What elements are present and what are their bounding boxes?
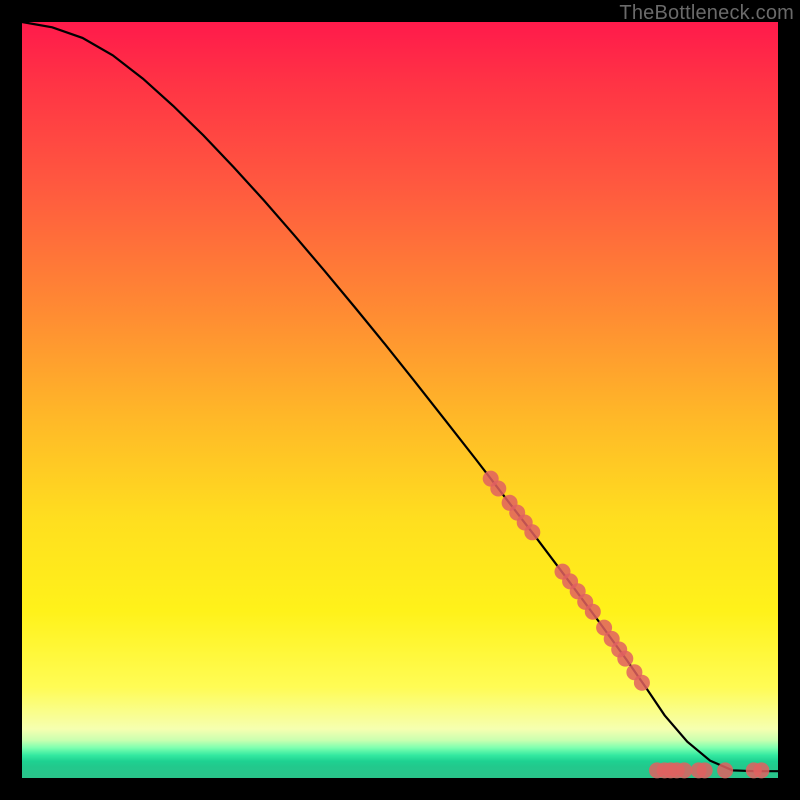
watermark-text: TheBottleneck.com: [619, 2, 794, 25]
data-point: [717, 762, 733, 778]
data-point: [676, 762, 692, 778]
data-point: [753, 762, 769, 778]
chart-frame: TheBottleneck.com: [0, 0, 800, 800]
data-point: [585, 604, 601, 620]
data-point: [634, 675, 650, 691]
data-points: [483, 471, 770, 779]
data-point: [617, 651, 633, 667]
data-point: [697, 762, 713, 778]
data-point: [524, 524, 540, 540]
data-point: [490, 481, 506, 497]
chart-svg: [22, 22, 778, 778]
bottleneck-curve: [22, 22, 778, 771]
